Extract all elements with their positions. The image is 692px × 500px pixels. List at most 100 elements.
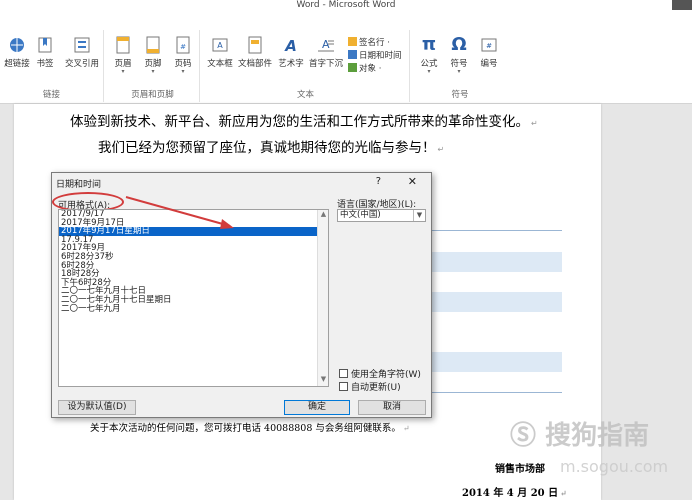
- bookmark-button[interactable]: 书签: [34, 36, 56, 69]
- window-control[interactable]: [672, 0, 692, 10]
- group-links: 超链接 书签 交叉引用 链接: [0, 30, 104, 102]
- calendar-icon: [348, 50, 357, 59]
- wordart-icon: A: [284, 37, 297, 54]
- doc-contact-line: 关于本次活动的任何问题，您可拨打电话 40088808 与会务组阿健联系。 ↵: [90, 420, 410, 434]
- footer-icon: [146, 36, 160, 54]
- bookmark-label: 书签: [36, 59, 54, 69]
- cross-reference-icon: [74, 37, 90, 53]
- date-time-dialog: 日期和时间 ? ✕ 可用格式(A): 2017/9/17 2017年9月17日 20…: [51, 172, 432, 418]
- svg-text:#: #: [486, 42, 492, 50]
- bookmark-icon: [38, 37, 52, 53]
- help-button[interactable]: ?: [376, 176, 381, 187]
- fullwidth-checkbox[interactable]: 使用全角字符(W): [339, 367, 421, 380]
- omega-icon: Ω: [451, 34, 467, 55]
- hyperlink-button[interactable]: 超链接: [4, 36, 30, 69]
- set-default-button[interactable]: 设为默认值(D): [58, 400, 136, 415]
- symbol-button[interactable]: Ω 符号 ▾: [446, 36, 472, 75]
- doc-date: 2014 年 4 月 20 日 ↵: [462, 484, 567, 499]
- scroll-up-icon[interactable]: ▲: [318, 210, 328, 221]
- header-icon: [116, 36, 130, 54]
- globe-link-icon: [10, 38, 24, 52]
- pi-icon: π: [421, 34, 437, 55]
- ribbon-insert-tab: 超链接 书签 交叉引用 链接 页眉 ▾ 页脚 ▾ # 页码 ▾ 页眉和页脚 A …: [0, 24, 692, 104]
- title-bar: Word - Microsoft Word: [0, 0, 692, 24]
- date-time-label: 日期和时间: [359, 51, 402, 61]
- footer-button[interactable]: 页脚 ▾: [142, 36, 164, 75]
- group-header-footer: 页眉 ▾ 页脚 ▾ # 页码 ▾ 页眉和页脚: [106, 30, 200, 102]
- table-border: [432, 392, 562, 393]
- drop-cap-button[interactable]: A 首字下沉: [306, 36, 346, 69]
- format-list-item[interactable]: 6时28分37秒: [59, 253, 328, 262]
- autoupdate-checkbox[interactable]: 自动更新(U): [339, 380, 401, 393]
- svg-text:A: A: [284, 37, 297, 54]
- chevron-down-icon[interactable]: ▼: [413, 210, 425, 221]
- date-time-button[interactable]: 日期和时间: [348, 49, 402, 61]
- format-list-item[interactable]: 二〇一七年九月: [59, 304, 328, 314]
- doc-dept-text: 销售市场部: [495, 464, 545, 475]
- watermark-text: 搜狗指南: [545, 421, 650, 451]
- svg-text:A: A: [217, 41, 223, 50]
- scroll-down-icon[interactable]: ▼: [318, 375, 328, 386]
- annotation-arrow-icon: [125, 196, 234, 229]
- signature-icon: [348, 37, 357, 46]
- table-shaded-row: [432, 292, 562, 312]
- checkbox-icon[interactable]: [339, 382, 348, 391]
- paragraph-mark-icon: ↵: [402, 424, 410, 433]
- svg-text:#: #: [180, 43, 186, 51]
- chevron-down-icon: ▾: [151, 68, 155, 75]
- doc-contact-text: 关于本次活动的任何问题，您可拨打电话 40088808 与会务组阿健联系。: [90, 423, 401, 434]
- close-button[interactable]: ✕: [408, 175, 417, 188]
- table-border: [432, 230, 562, 231]
- autoupdate-label: 自动更新(U): [351, 383, 401, 393]
- textbox-button[interactable]: A 文本框: [206, 36, 234, 69]
- group-links-label: 链接: [42, 90, 60, 100]
- group-text: A 文本框 文档部件 A 艺术字 A 首字下沉 签名行 · 日期和时间 对象 ·…: [202, 30, 410, 102]
- formats-listbox[interactable]: 2017/9/17 2017年9月17日 2017年9月17日星期日 17.9.17 2…: [58, 209, 329, 387]
- language-value: 中文(中国): [340, 210, 381, 220]
- header-button[interactable]: 页眉 ▾: [112, 36, 134, 75]
- drop-cap-label: 首字下沉: [308, 59, 343, 69]
- watermark: Ⓢ 搜狗指南: [510, 415, 649, 452]
- dialog-title: 日期和时间: [56, 180, 102, 190]
- group-text-label: 文本: [296, 90, 314, 100]
- window-title: Word - Microsoft Word: [296, 0, 396, 10]
- hyperlink-label: 超链接: [4, 59, 30, 69]
- equation-button[interactable]: π 公式 ▾: [416, 36, 442, 75]
- paragraph-mark-icon: ↵: [560, 488, 567, 498]
- doc-line-2-text: 我们已经为您预留了座位，真诚地期待您的光临与参与！: [98, 140, 436, 156]
- textbox-label: 文本框: [207, 59, 233, 69]
- chevron-down-icon: ▾: [457, 68, 461, 75]
- page-number-button[interactable]: # 页码 ▾: [172, 36, 194, 75]
- formats-scrollbar[interactable]: ▲ ▼: [317, 210, 328, 386]
- group-header-footer-label: 页眉和页脚: [131, 90, 174, 100]
- object-label: 对象 ·: [359, 64, 382, 74]
- sogou-logo-icon: Ⓢ: [510, 421, 537, 451]
- watermark-sub: m.sogou.com: [560, 457, 669, 476]
- language-select[interactable]: 中文(中国) ▼: [337, 209, 426, 222]
- doc-date-text: 2014 年 4 月 20 日: [462, 488, 559, 499]
- object-button[interactable]: 对象 ·: [348, 62, 381, 74]
- fullwidth-label: 使用全角字符(W): [351, 370, 421, 380]
- chevron-down-icon: ▾: [121, 68, 125, 75]
- textbox-icon: A: [212, 38, 228, 52]
- doc-dept: 销售市场部: [495, 460, 545, 475]
- table-shaded-row: [432, 252, 562, 272]
- checkbox-icon[interactable]: [339, 369, 348, 378]
- object-icon: [348, 63, 357, 72]
- cross-reference-label: 交叉引用: [64, 59, 99, 69]
- quick-parts-icon: [248, 36, 262, 54]
- number-button[interactable]: # 编号: [476, 36, 502, 69]
- page-number-icon: #: [176, 36, 190, 54]
- cross-reference-button[interactable]: 交叉引用: [62, 36, 102, 69]
- number-label: 编号: [480, 59, 498, 69]
- doc-line-1-text: 体验到新技术、新平台、新应用为您的生活和工作方式所带来的革命性变化。: [70, 114, 529, 130]
- paragraph-mark-icon: ↵: [437, 145, 445, 154]
- signature-line-button[interactable]: 签名行 ·: [348, 36, 390, 48]
- wordart-button[interactable]: A 艺术字: [276, 36, 306, 69]
- quick-parts-label: 文档部件: [237, 59, 272, 69]
- quick-parts-button[interactable]: 文档部件: [236, 36, 274, 69]
- doc-line-2: 我们已经为您预留了座位，真诚地期待您的光临与参与！ ↵: [98, 136, 444, 156]
- ok-button[interactable]: 确定: [284, 400, 350, 415]
- number-icon: #: [481, 38, 497, 52]
- cancel-button[interactable]: 取消: [358, 400, 426, 415]
